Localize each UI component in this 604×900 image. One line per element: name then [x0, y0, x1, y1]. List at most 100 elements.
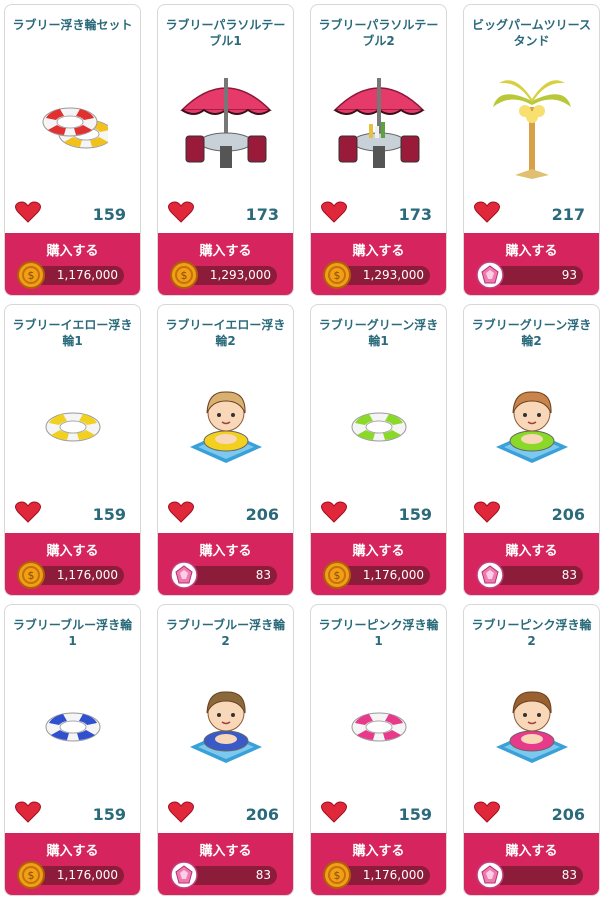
item-card[interactable]: ラブリーグリーン浮き輪1 159 購入する $ 1,176,000	[310, 304, 447, 596]
price-value: 1,176,000	[56, 568, 118, 582]
like-row: 159	[15, 201, 126, 227]
coin-icon: $	[323, 261, 351, 289]
heart-icon[interactable]	[15, 801, 41, 827]
heart-icon[interactable]	[168, 201, 194, 227]
heart-icon[interactable]	[474, 801, 500, 827]
item-thumbnail-ring-yellow[interactable]	[5, 363, 140, 487]
like-count: 159	[92, 504, 126, 524]
item-thumbnail-palm[interactable]	[464, 63, 599, 187]
item-thumbnail-ringset[interactable]	[5, 63, 140, 187]
item-grid: ラブリー浮き輪セット 159 購入する $ 1,176,000 ラブリーパラソル…	[4, 4, 600, 896]
gem-icon	[170, 561, 198, 589]
coin-icon: $	[323, 861, 351, 889]
buy-label: 購入する	[46, 244, 99, 259]
heart-icon[interactable]	[168, 801, 194, 827]
like-row: 206	[474, 801, 585, 827]
like-count: 173	[245, 204, 279, 224]
item-thumbnail-ring-green[interactable]	[311, 363, 446, 487]
item-card[interactable]: ラブリーグリーン浮き輪2 206 購入する 83	[463, 304, 600, 596]
price-value: 83	[561, 568, 577, 582]
buy-label: 購入する	[199, 544, 252, 559]
item-thumbnail-ring-pink[interactable]	[311, 663, 446, 787]
buy-button[interactable]: 購入する 83	[158, 833, 293, 895]
like-row: 206	[168, 501, 279, 527]
price-value: 1,176,000	[56, 268, 118, 282]
item-card[interactable]: ビッグパームツリースタンド 217 購入する 93	[463, 4, 600, 296]
item-name: ラブリーグリーン浮き輪1	[318, 318, 439, 348]
item-card[interactable]: ラブリーパラソルテーブル2 173 購入する $ 1,293,000	[310, 4, 447, 296]
price-bar: $ 1,293,000	[170, 261, 277, 289]
price-value: 1,293,000	[209, 268, 271, 282]
item-thumbnail-char-green[interactable]	[464, 363, 599, 487]
item-card[interactable]: ラブリーイエロー浮き輪1 159 購入する $ 1,176,000	[4, 304, 141, 596]
buy-label: 購入する	[352, 844, 405, 859]
buy-button[interactable]: 購入する $ 1,293,000	[158, 233, 293, 295]
item-name: ラブリーグリーン浮き輪2	[471, 318, 592, 348]
item-thumbnail-ring-blue[interactable]	[5, 663, 140, 787]
buy-button[interactable]: 購入する 83	[464, 833, 599, 895]
buy-button[interactable]: 購入する $ 1,176,000	[311, 833, 446, 895]
item-thumbnail-char-blue[interactable]	[158, 663, 293, 787]
buy-button[interactable]: 購入する 83	[158, 533, 293, 595]
gem-icon	[170, 861, 198, 889]
like-count: 206	[551, 804, 585, 824]
like-count: 206	[245, 804, 279, 824]
item-card[interactable]: ラブリー浮き輪セット 159 購入する $ 1,176,000	[4, 4, 141, 296]
price-bar: 93	[476, 261, 583, 289]
coin-icon: $	[17, 261, 45, 289]
price-bar: $ 1,176,000	[17, 261, 124, 289]
item-card[interactable]: ラブリーブルー浮き輪2 206 購入する 83	[157, 604, 294, 896]
svg-text:$: $	[334, 869, 341, 882]
item-name: ラブリーブルー浮き輪2	[165, 618, 286, 648]
item-card[interactable]: ラブリーブルー浮き輪1 159 購入する $ 1,176,000	[4, 604, 141, 896]
price-value: 83	[255, 568, 271, 582]
like-row: 159	[15, 501, 126, 527]
buy-button[interactable]: 購入する $ 1,293,000	[311, 233, 446, 295]
item-name: ラブリー浮き輪セット	[12, 18, 133, 32]
heart-icon[interactable]	[474, 201, 500, 227]
buy-button[interactable]: 購入する 83	[464, 533, 599, 595]
heart-icon[interactable]	[168, 501, 194, 527]
like-row: 159	[321, 801, 432, 827]
item-name: ラブリーパラソルテーブル2	[318, 18, 439, 48]
buy-label: 購入する	[199, 244, 252, 259]
buy-label: 購入する	[352, 544, 405, 559]
buy-button[interactable]: 購入する $ 1,176,000	[311, 533, 446, 595]
item-thumbnail-char-yellow[interactable]	[158, 363, 293, 487]
like-row: 159	[321, 501, 432, 527]
gem-icon	[476, 261, 504, 289]
like-count: 159	[92, 804, 126, 824]
price-bar: 83	[476, 561, 583, 589]
item-name: ラブリーイエロー浮き輪2	[165, 318, 286, 348]
like-row: 159	[15, 801, 126, 827]
heart-icon[interactable]	[15, 501, 41, 527]
item-thumbnail-parasol2[interactable]	[311, 63, 446, 187]
item-card[interactable]: ラブリーピンク浮き輪1 159 購入する $ 1,176,000	[310, 604, 447, 896]
buy-label: 購入する	[505, 244, 558, 259]
item-card[interactable]: ラブリーパラソルテーブル1 173 購入する $ 1,293,000	[157, 4, 294, 296]
item-thumbnail-char-pink[interactable]	[464, 663, 599, 787]
svg-text:$: $	[28, 269, 35, 282]
buy-label: 購入する	[505, 844, 558, 859]
buy-button[interactable]: 購入する $ 1,176,000	[5, 833, 140, 895]
price-value: 93	[561, 268, 577, 282]
heart-icon[interactable]	[15, 201, 41, 227]
heart-icon[interactable]	[321, 201, 347, 227]
item-name: ラブリーピンク浮き輪1	[318, 618, 439, 648]
heart-icon[interactable]	[321, 801, 347, 827]
price-bar: 83	[476, 861, 583, 889]
item-thumbnail-parasol1[interactable]	[158, 63, 293, 187]
item-name: ラブリーパラソルテーブル1	[165, 18, 286, 48]
heart-icon[interactable]	[321, 501, 347, 527]
like-row: 217	[474, 201, 585, 227]
buy-button[interactable]: 購入する 93	[464, 233, 599, 295]
item-card[interactable]: ラブリーイエロー浮き輪2 206 購入する 83	[157, 304, 294, 596]
buy-button[interactable]: 購入する $ 1,176,000	[5, 533, 140, 595]
like-count: 159	[92, 204, 126, 224]
item-name: ラブリーピンク浮き輪2	[471, 618, 592, 648]
item-name: ラブリーイエロー浮き輪1	[12, 318, 133, 348]
buy-button[interactable]: 購入する $ 1,176,000	[5, 233, 140, 295]
price-value: 83	[255, 868, 271, 882]
item-card[interactable]: ラブリーピンク浮き輪2 206 購入する 83	[463, 604, 600, 896]
heart-icon[interactable]	[474, 501, 500, 527]
